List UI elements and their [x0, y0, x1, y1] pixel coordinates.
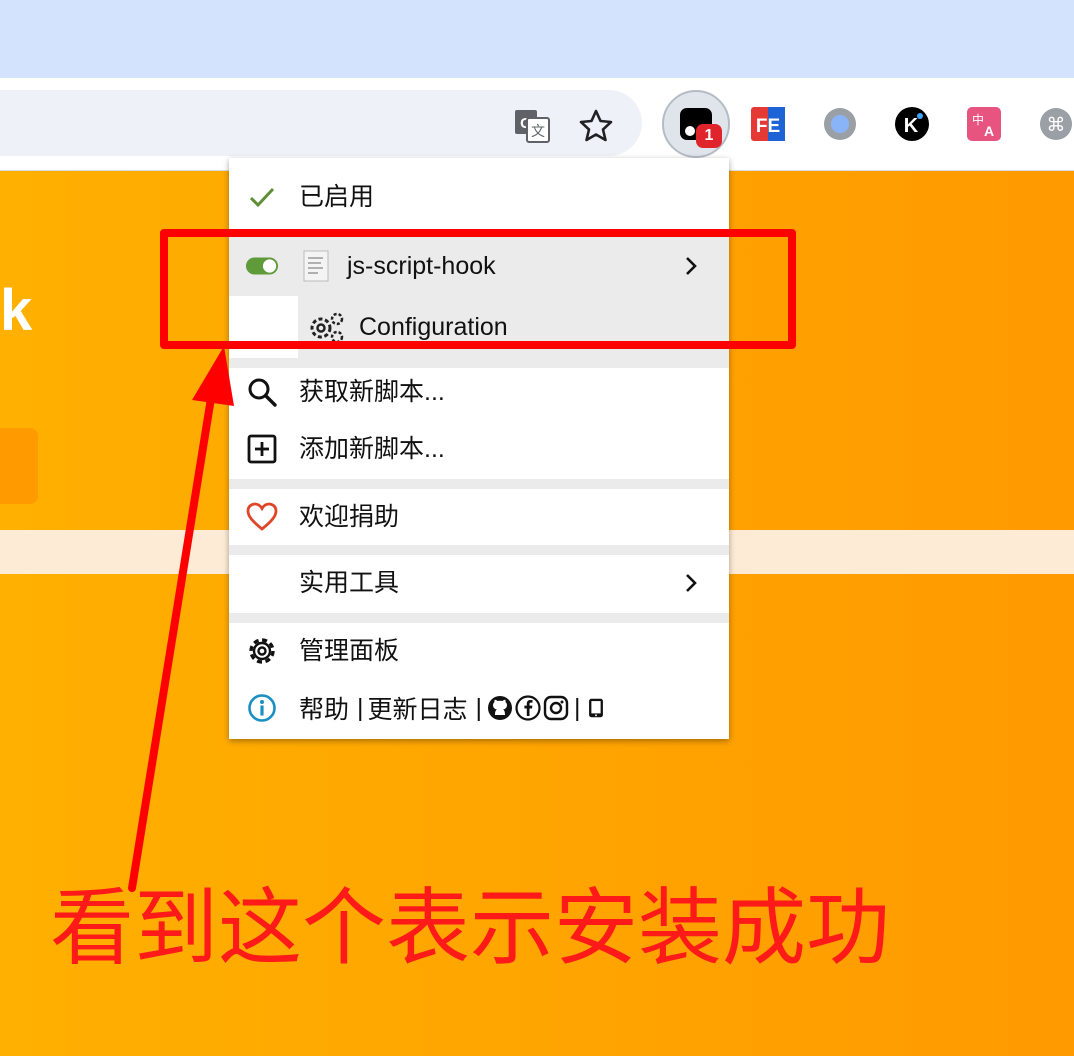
annotation-caption: 看到这个表示安装成功	[50, 879, 891, 977]
highlight-box	[160, 229, 796, 349]
